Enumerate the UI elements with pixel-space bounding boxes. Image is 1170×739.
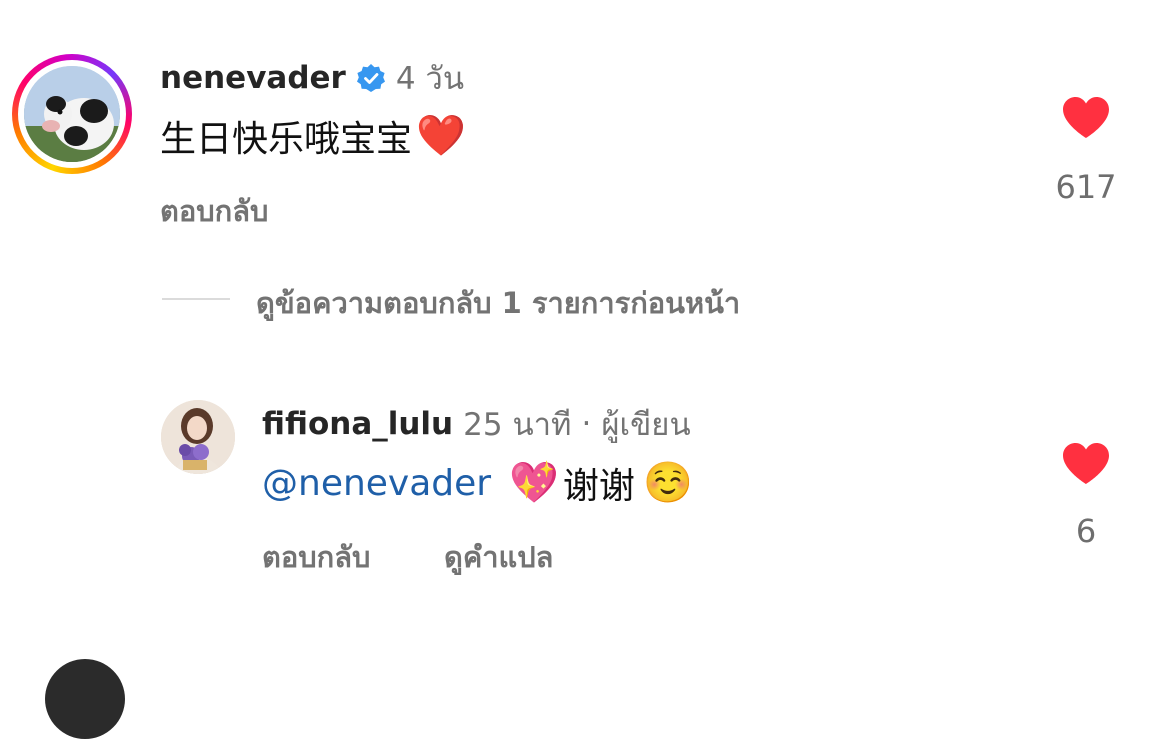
heart-filled-icon: [1063, 443, 1109, 484]
reply-like-button[interactable]: [1061, 442, 1111, 486]
comment-header: nenevader 4 วัน: [160, 58, 464, 98]
reply-text: 谢谢: [562, 466, 635, 507]
cow-photo: [24, 66, 120, 162]
view-previous-replies-button[interactable]: ดูข้อความตอบกลับ 1 รายการก่อนหน้า: [256, 280, 740, 326]
sparkling-heart-emoji: 💖: [509, 460, 559, 506]
reply-username[interactable]: fifiona_lulu: [262, 406, 453, 442]
author-tag: ผู้เขียน: [601, 407, 691, 443]
comment-time: 4 วัน: [395, 61, 465, 97]
smiling-face-emoji: ☺️: [642, 460, 693, 506]
comment-text: 生日快乐哦宝宝: [160, 119, 413, 160]
comment-username[interactable]: nenevader: [160, 60, 346, 96]
like-button[interactable]: [1061, 96, 1111, 140]
separator-dot: ·: [581, 406, 592, 442]
profile-photo: [161, 400, 235, 474]
reply-like-count: 6: [1075, 512, 1097, 550]
reply-button[interactable]: ตอบกลับ: [160, 188, 268, 234]
reply-reply-button[interactable]: ตอบกลับ: [262, 534, 370, 580]
see-translation-button[interactable]: ดูคำแปล: [444, 534, 553, 580]
reply-body: @nenevader 💖 谢谢 ☺️: [262, 456, 693, 510]
avatar-nenevader[interactable]: [12, 54, 132, 174]
verified-badge-icon: [356, 63, 386, 93]
red-heart-emoji: ❤️: [416, 113, 466, 159]
mention-link[interactable]: @nenevader: [262, 463, 491, 504]
next-comment-avatar[interactable]: [45, 659, 125, 739]
heart-filled-icon: [1063, 97, 1109, 138]
reply-time: 25 นาที: [463, 407, 572, 443]
comment-body: 生日快乐哦宝宝 ❤️: [160, 110, 466, 162]
replies-divider: [162, 298, 230, 300]
reply-header: fifiona_lulu 25 นาที · ผู้เขียน: [262, 404, 691, 444]
avatar-fifiona_lulu[interactable]: [161, 400, 235, 474]
like-count: 617: [1055, 168, 1117, 206]
